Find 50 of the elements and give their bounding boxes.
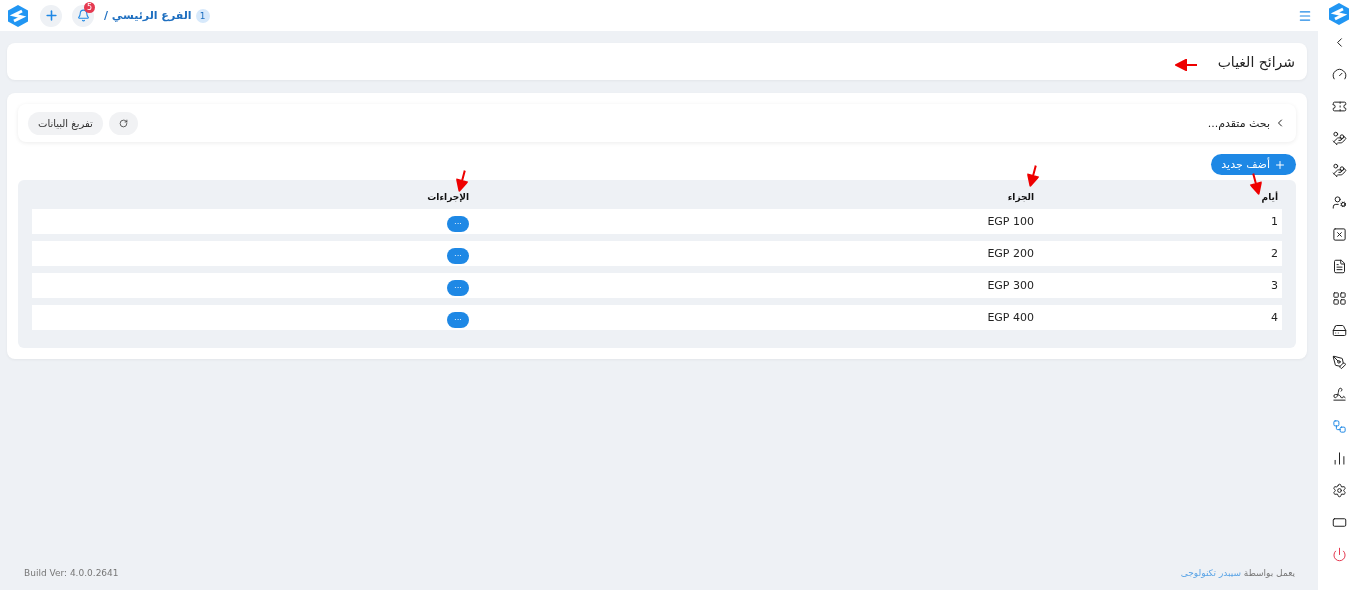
plus-icon — [43, 8, 59, 23]
column-header: الجزاء — [1006, 192, 1035, 202]
actions-button[interactable]: ··· — [447, 247, 469, 264]
notification-badge: 5 — [84, 1, 95, 13]
pen-nib-icon[interactable] — [1331, 354, 1347, 370]
refresh-button[interactable] — [108, 111, 138, 135]
company-link[interactable]: سيبدر تكنولوجى — [1180, 567, 1241, 578]
days-cell-text: 1 — [1270, 215, 1279, 228]
notifications-button[interactable]: 5 — [72, 4, 94, 27]
powered-by-text: يعمل بواسطة سيبدر تكنولوجى — [1180, 567, 1295, 578]
ticket-icon[interactable] — [1331, 98, 1347, 114]
add-new-button[interactable]: أضف جديد — [1211, 154, 1296, 175]
column-header: أيام — [1260, 192, 1279, 202]
settings-icon[interactable] — [1331, 482, 1347, 498]
logo-icon — [6, 3, 30, 28]
hand-coins-icon[interactable] — [1331, 162, 1347, 178]
penalty-cell-text: EGP 100 — [986, 215, 1035, 228]
hand-coins-icon[interactable] — [1331, 130, 1347, 146]
bar-chart-icon[interactable] — [1331, 450, 1347, 466]
plus-icon — [1274, 158, 1286, 171]
days-cell-text: 2 — [1270, 247, 1279, 260]
build-version: Build Ver: 4.0.0.2641 — [24, 567, 119, 578]
menu-icon[interactable] — [1298, 8, 1312, 23]
penalty-cell-text: EGP 400 — [986, 311, 1035, 324]
penalty-cell-text: EGP 200 — [986, 247, 1035, 260]
annotation-arrow-icon — [1175, 59, 1197, 71]
page-title: شرائح الغياب — [1217, 53, 1295, 70]
workflow-icon[interactable] — [1331, 418, 1347, 434]
clear-data-button[interactable]: تفريغ البيانات — [28, 111, 103, 135]
branch-breadcrumb[interactable]: الفرع الرئيسي / — [104, 9, 192, 22]
signature-icon[interactable] — [1331, 386, 1347, 402]
refresh-icon — [118, 118, 128, 128]
drive-icon[interactable] — [1331, 322, 1347, 338]
gauge-icon[interactable] — [1331, 66, 1347, 82]
power-icon[interactable] — [1331, 546, 1347, 562]
grid-icon[interactable] — [1331, 290, 1347, 306]
bell-icon — [76, 9, 90, 22]
document-icon[interactable] — [1331, 258, 1347, 274]
actions-button[interactable]: ··· — [447, 311, 469, 328]
branch-count: 1 — [195, 8, 210, 23]
column-header: الإجراءات — [426, 192, 470, 202]
add-button[interactable] — [40, 4, 62, 27]
square-x-icon[interactable] — [1331, 226, 1347, 242]
actions-button[interactable]: ··· — [447, 279, 469, 296]
actions-button[interactable]: ··· — [447, 215, 469, 232]
users-gear-icon[interactable] — [1331, 194, 1347, 210]
advanced-search-toggle[interactable]: بحث متقدم... — [1207, 116, 1286, 130]
days-cell-text: 3 — [1270, 279, 1279, 292]
days-cell-text: 4 — [1270, 311, 1279, 324]
penalty-cell-text: EGP 300 — [986, 279, 1035, 292]
